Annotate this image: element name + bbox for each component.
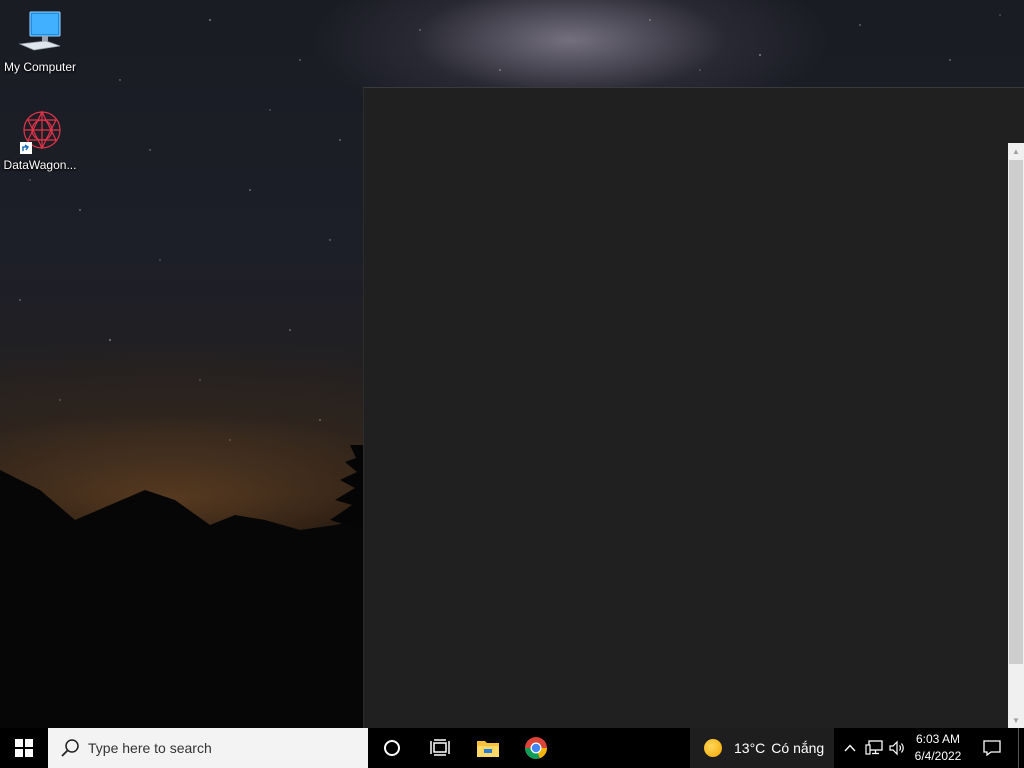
search-icon xyxy=(61,739,79,757)
weather-temperature: 13°C xyxy=(734,740,766,756)
chevron-up-icon[interactable] xyxy=(838,728,862,768)
task-view-button[interactable] xyxy=(416,728,464,768)
network-icon[interactable] xyxy=(862,728,886,768)
chrome-icon xyxy=(525,737,547,759)
file-explorer-icon xyxy=(477,741,499,757)
datawagon-icon xyxy=(16,108,64,156)
vertical-scrollbar[interactable]: ▲ ▼ xyxy=(1008,143,1024,728)
desktop-icon-datawagon[interactable]: DataWagon... xyxy=(0,108,80,172)
task-view-icon xyxy=(430,739,450,756)
weather-widget[interactable]: 13°C Có nắng xyxy=(690,728,834,768)
taskbar: Type here to search 13°C Có nắng 6:03 AM… xyxy=(0,728,1024,768)
desktop-icon-my-computer[interactable]: My Computer xyxy=(0,10,80,74)
sun-icon xyxy=(704,739,722,757)
taskbar-clock[interactable]: 6:03 AM 6/4/2022 xyxy=(906,728,970,768)
system-tray xyxy=(838,728,910,768)
file-explorer-button[interactable] xyxy=(464,728,512,768)
notification-icon xyxy=(983,740,1001,756)
cortana-button[interactable] xyxy=(368,728,416,768)
clock-date: 6/4/2022 xyxy=(914,749,962,763)
cortana-icon xyxy=(384,740,400,756)
notification-center-button[interactable] xyxy=(976,728,1008,768)
scroll-up-arrow-icon[interactable]: ▲ xyxy=(1008,143,1024,159)
clock-time: 6:03 AM xyxy=(915,732,961,746)
scroll-down-arrow-icon[interactable]: ▼ xyxy=(1008,712,1024,728)
scroll-thumb[interactable] xyxy=(1009,160,1023,664)
app-window[interactable]: ▲ ▼ xyxy=(363,87,1024,728)
start-button[interactable] xyxy=(0,728,48,768)
monitor-icon xyxy=(16,10,64,58)
desktop-icon-label: My Computer xyxy=(3,60,77,74)
chrome-button[interactable] xyxy=(512,728,560,768)
weather-condition: Có nắng xyxy=(771,740,825,756)
windows-logo-icon xyxy=(15,739,33,757)
search-placeholder: Type here to search xyxy=(88,740,212,756)
show-desktop-button[interactable] xyxy=(1018,728,1024,768)
desktop-icon-label: DataWagon... xyxy=(3,158,77,172)
taskbar-search-box[interactable]: Type here to search xyxy=(48,728,368,768)
